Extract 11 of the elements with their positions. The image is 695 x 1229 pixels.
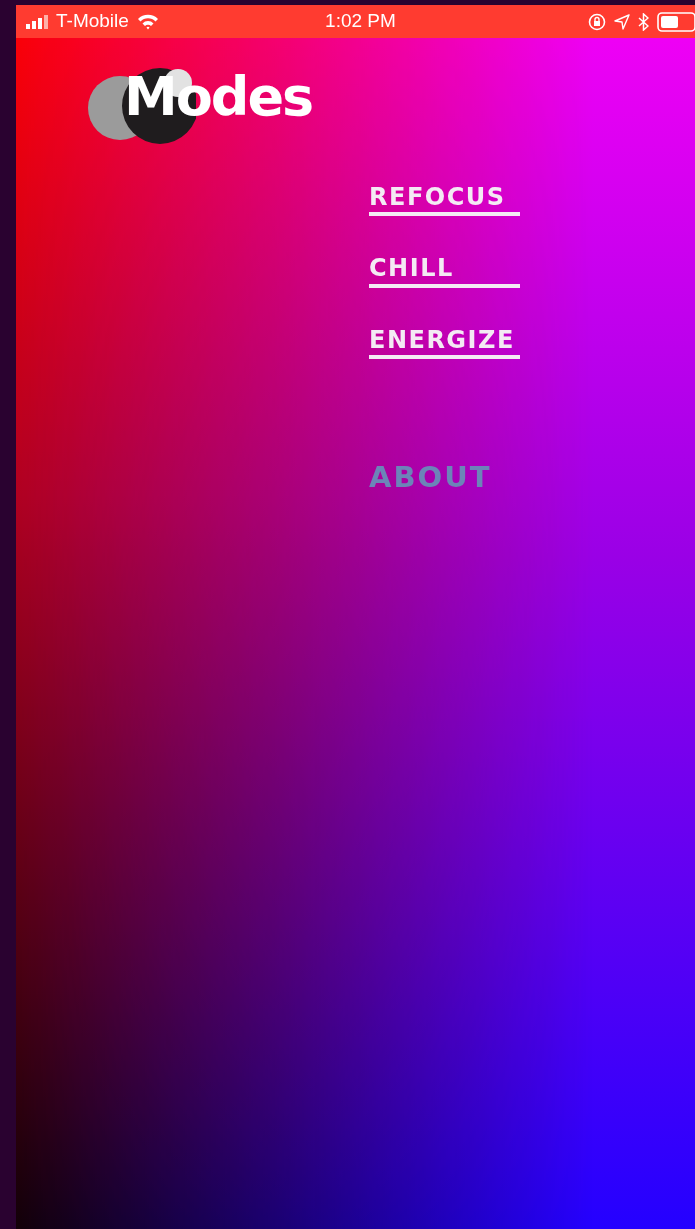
mode-link[interactable]: REFOCUS [369,184,520,217]
battery-icon [657,11,695,32]
bluetooth-icon [638,12,649,31]
signal-icon [26,14,48,29]
rotation-lock-icon [588,12,606,31]
wifi-icon [136,13,159,30]
clock-time: 1:02 PM [325,9,396,34]
mode-link[interactable]: ENERGIZE [369,326,520,360]
mode-link[interactable]: CHILL [369,255,520,288]
location-icon [614,13,630,30]
carrier-name: T-Mobile [56,9,129,34]
